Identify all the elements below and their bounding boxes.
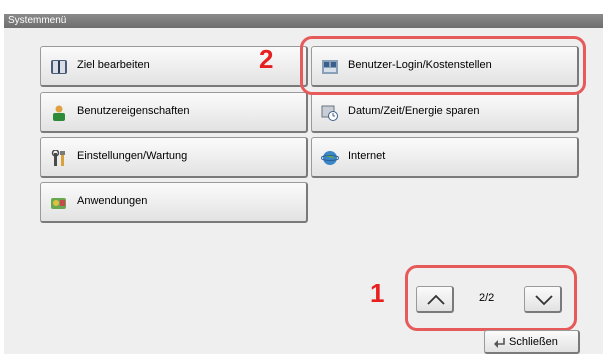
tools-icon (50, 149, 68, 166)
menu-item-einstellungen-wartung[interactable]: Einstellungen/Wartung (40, 137, 308, 178)
menu-item-label: Internet (348, 150, 386, 162)
menu-item-label: Datum/Zeit/Energie sparen (348, 105, 480, 117)
globe-icon (320, 150, 340, 166)
window-title: Systemmenü (4, 14, 603, 28)
menu-item-benutzereigenschaften[interactable]: Benutzereigenschaften (40, 92, 308, 133)
chevron-up-icon (427, 294, 445, 305)
close-button[interactable]: Schließen (484, 330, 580, 354)
close-button-label: Schließen (509, 336, 558, 348)
page-up-button[interactable] (416, 286, 454, 313)
page-down-button[interactable] (524, 286, 562, 313)
address-book-icon (50, 59, 68, 75)
date-time-energy-icon (321, 105, 339, 121)
highlight-ring-login (300, 36, 586, 95)
applications-icon (50, 195, 68, 211)
menu-item-datum-zeit-energie[interactable]: Datum/Zeit/Energie sparen (311, 92, 579, 133)
menu-item-anwendungen[interactable]: Anwendungen (40, 182, 308, 223)
callout-number-2: 2 (259, 44, 274, 74)
callout-number-1: 1 (370, 278, 385, 308)
page-indicator: 2/2 (479, 292, 495, 304)
chevron-down-icon (535, 295, 553, 306)
menu-item-label: Einstellungen/Wartung (77, 150, 188, 162)
user-properties-icon (50, 105, 68, 121)
menu-item-label: Anwendungen (77, 195, 148, 207)
menu-item-internet[interactable]: Internet (311, 137, 579, 178)
return-arrow-icon (493, 337, 507, 352)
menu-item-label: Benutzereigenschaften (77, 105, 190, 117)
menu-item-label: Ziel bearbeiten (77, 59, 150, 71)
